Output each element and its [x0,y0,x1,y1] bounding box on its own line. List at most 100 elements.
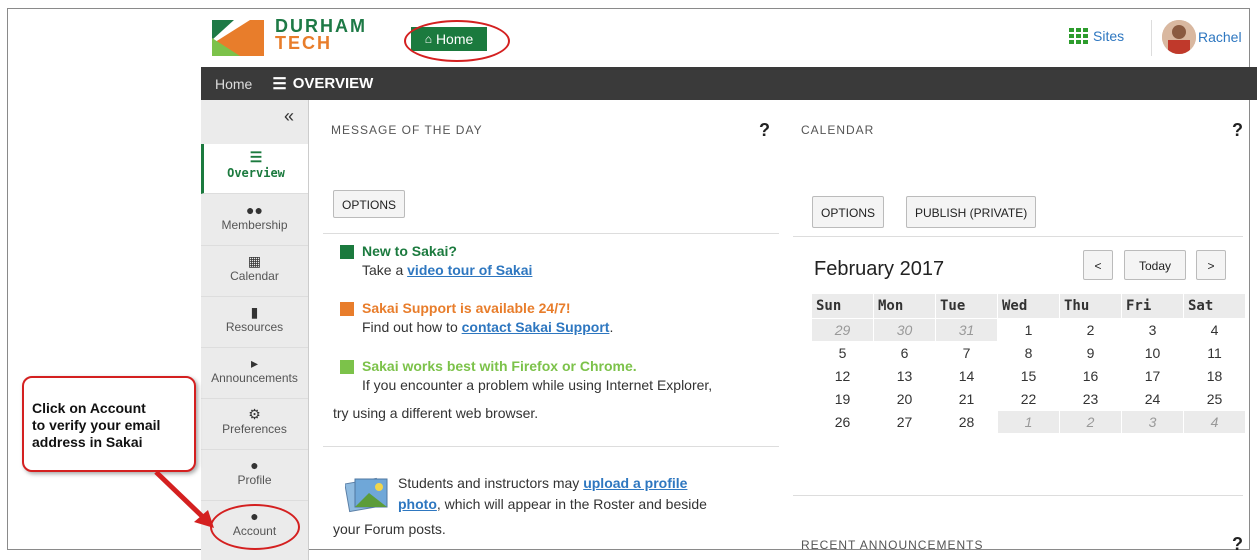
motd-item-3-line-1: If you encounter a problem while using I… [362,377,713,394]
calendar-day[interactable]: 1 [997,410,1060,434]
calendar-prev-button[interactable]: < [1083,250,1113,280]
calendar-day[interactable]: 13 [873,364,936,388]
tool-membership[interactable]: ●● Membership [201,196,308,246]
motd-item-1-text: Take a [362,262,408,279]
calendar-options-button[interactable]: OPTIONS [812,196,885,228]
tool-preferences[interactable]: ⚙ Preferences [201,400,308,450]
motd-item-2-title: Sakai Support is available 24/7! [362,300,571,316]
calendar-day[interactable]: 15 [997,364,1060,388]
sites-button[interactable]: Sites [1069,28,1124,44]
motd-item-3-line-2: try using a different web browser. [333,405,539,421]
logo-line-2: TECH [275,33,332,53]
publish-private-button[interactable]: PUBLISH (PRIVATE) [906,196,1037,228]
users-icon: ●● [246,202,263,218]
profile-photo-message: Students and instructors may upload a pr… [398,473,758,515]
upload-profile-link-2[interactable]: photo [398,496,437,512]
day-header: Wed [997,293,1060,319]
motd-item-1-title: New to Sakai? [362,243,457,259]
calendar-day[interactable]: 20 [873,387,936,411]
profile-photo-text-1: Students and instructors may [398,475,584,491]
calendar-day[interactable]: 1 [997,318,1060,342]
calendar-header-row: Sun Mon Tue Wed Thu Fri Sat [811,293,1246,319]
calendar-day[interactable]: 29 [811,318,874,342]
motd-options-button[interactable]: OPTIONS [333,190,406,218]
tool-membership-label: Membership [221,218,288,232]
motd-divider [323,233,779,234]
calendar-day[interactable]: 17 [1121,364,1184,388]
calendar-day[interactable]: 2 [1059,410,1122,434]
calendar-day[interactable]: 22 [997,387,1060,411]
calendar-week: 19 20 21 22 23 24 25 [811,387,1246,411]
calendar-day[interactable]: 28 [935,410,998,434]
user-name-link[interactable]: Rachel [1198,29,1242,45]
megaphone-icon: ▸ [250,355,259,371]
calendar-day[interactable]: 4 [1183,318,1246,342]
motd-item-2-period: . [609,319,614,336]
calendar-day[interactable]: 23 [1059,387,1122,411]
calendar-day[interactable]: 25 [1183,387,1246,411]
day-header: Sat [1183,293,1246,319]
calendar-divider [793,236,1243,237]
tool-announcements-label: Announcements [211,371,298,385]
profile-photo-text-3: your Forum posts. [333,521,446,537]
calendar-day[interactable]: 14 [935,364,998,388]
contact-support-link[interactable]: contact Sakai Support [462,319,610,335]
tool-calendar[interactable]: ▦ Calendar [201,247,308,297]
sites-label: Sites [1093,28,1125,44]
calendar-grid: Sun Mon Tue Wed Thu Fri Sat 29 30 31 1 2… [811,293,1246,434]
calendar-day[interactable]: 7 [935,341,998,365]
upload-profile-link-1[interactable]: upload a profile [583,475,687,491]
calendar-day[interactable]: 3 [1121,410,1184,434]
motd-item-2: Sakai Support is available 24/7! Find ou… [340,300,613,335]
calendar-help-icon[interactable]: ? [1232,120,1243,141]
gear-icon: ⚙ [248,406,261,422]
logo-icon [212,20,264,56]
current-tool-label: OVERVIEW [292,75,374,92]
site-home-link[interactable]: Home [215,76,252,92]
calendar-day[interactable]: 24 [1121,387,1184,411]
calendar-day[interactable]: 30 [873,318,936,342]
calendar-day[interactable]: 5 [811,341,874,365]
profile-photo-icon [345,477,388,513]
calendar-next-button[interactable]: > [1196,250,1226,280]
callout-line-2: to verify your email [32,417,161,433]
announcements-title: RECENT ANNOUNCEMENTS [801,538,984,552]
day-header: Thu [1059,293,1122,319]
calendar-day[interactable]: 4 [1183,410,1246,434]
calendar-day[interactable]: 9 [1059,341,1122,365]
calendar-day[interactable]: 18 [1183,364,1246,388]
calendar-day[interactable]: 27 [873,410,936,434]
calendar-week: 5 6 7 8 9 10 11 [811,341,1246,365]
calendar-day[interactable]: 8 [997,341,1060,365]
tool-resources[interactable]: ▮ Resources [201,298,308,348]
motd-title: MESSAGE OF THE DAY [331,123,483,137]
site-nav-bar: Home ☰ OVERVIEW [201,67,1257,100]
tool-overview[interactable]: ☰ Overview [201,144,308,194]
announcements-help-icon[interactable]: ? [1232,534,1243,555]
instruction-callout: Click on Account to verify your email ad… [22,376,196,472]
calendar-day[interactable]: 6 [873,341,936,365]
calendar-day[interactable]: 19 [811,387,874,411]
motd-item-3-title: Sakai works best with Firefox or Chrome. [362,358,637,374]
calendar-day[interactable]: 10 [1121,341,1184,365]
collapse-menu-icon[interactable]: « [284,106,294,127]
calendar-day[interactable]: 31 [935,318,998,342]
calendar-today-button[interactable]: Today [1124,250,1186,280]
calendar-day[interactable]: 12 [811,364,874,388]
callout-line-1: Click on Account [32,400,146,416]
tool-preferences-label: Preferences [222,422,287,436]
calendar-day[interactable]: 26 [811,410,874,434]
calendar-day[interactable]: 11 [1183,341,1246,365]
calendar-day[interactable]: 2 [1059,318,1122,342]
highlight-ring-account [210,504,300,550]
video-tour-link[interactable]: video tour of Sakai [407,262,532,278]
folder-icon: ▮ [250,304,259,320]
motd-help-icon[interactable]: ? [759,120,770,141]
tool-announcements[interactable]: ▸ Announcements [201,349,308,399]
calendar-day[interactable]: 3 [1121,318,1184,342]
callout-line-3: address in Sakai [32,434,143,450]
tool-overview-label: Overview [227,166,285,180]
user-avatar[interactable] [1162,20,1196,54]
calendar-day[interactable]: 16 [1059,364,1122,388]
calendar-day[interactable]: 21 [935,387,998,411]
